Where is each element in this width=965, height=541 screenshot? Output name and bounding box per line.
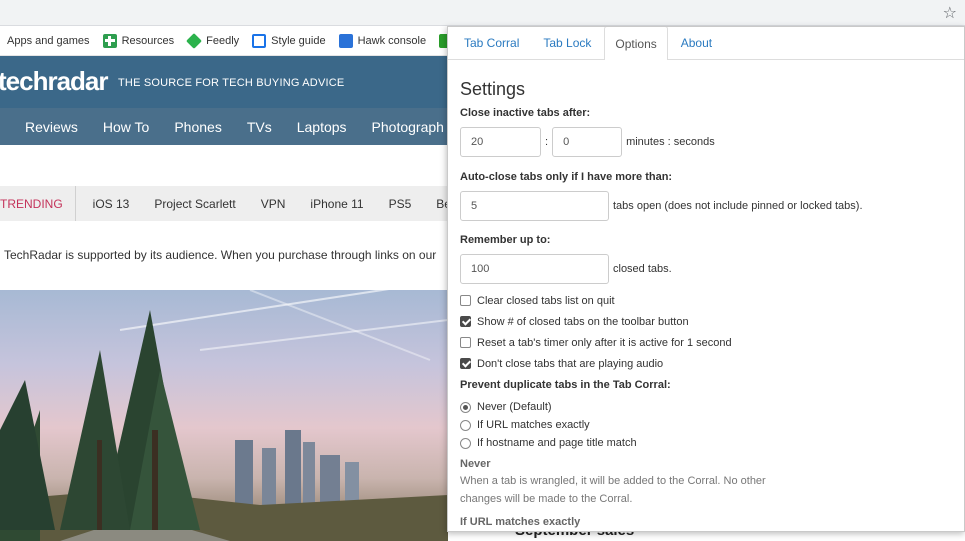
seconds-input[interactable]: 0 — [552, 127, 623, 157]
trending-item[interactable]: Project Scarlett — [154, 197, 235, 211]
affiliate-notice: TechRadar is supported by its audience. … — [4, 248, 437, 262]
checkbox-box[interactable] — [460, 337, 471, 348]
settings-title: Settings — [460, 79, 526, 99]
bookmark-apps-and-games[interactable]: Apps and games — [7, 35, 90, 47]
site-logo[interactable]: techradar — [0, 66, 108, 97]
close-inactive-label: Close inactive tabs after: — [460, 107, 591, 119]
hero-illustration — [0, 290, 448, 541]
checkbox-label: Don't close tabs that are playing audio — [477, 357, 664, 370]
bookmark-feedly[interactable]: Feedly — [186, 32, 240, 49]
audio-tabs-checkbox[interactable]: Don't close tabs that are playing audio — [460, 353, 952, 374]
tab-tab-lock[interactable]: Tab Lock — [532, 27, 602, 59]
nav-reviews[interactable]: Reviews — [25, 119, 78, 135]
checkbox-label: Clear closed tabs list on quit — [477, 294, 615, 307]
checkbox-box[interactable] — [460, 358, 471, 369]
bookmark-label: Apps and games — [7, 34, 90, 47]
browser-toolbar: ☆ — [0, 0, 965, 26]
autoclose-input[interactable]: 5 — [460, 191, 609, 221]
bookmark-resources[interactable]: Resources — [102, 33, 175, 48]
trending-bar: TRENDING iOS 13 Project Scarlett VPN iPh… — [0, 186, 448, 221]
radio-url-exact[interactable]: If URL matches exactly — [460, 416, 952, 434]
time-separator: : — [545, 136, 549, 148]
trending-item[interactable]: VPN — [261, 197, 286, 211]
minutes-seconds-suffix: minutes : seconds — [626, 136, 715, 148]
radio-never[interactable]: Never (Default) — [460, 398, 952, 416]
bookmarks-bar: Apps and games Resources Feedly Style gu… — [0, 26, 448, 56]
nav-photography[interactable]: Photograph — [372, 119, 444, 135]
radio-label: Never (Default) — [477, 401, 552, 413]
nav-how-to[interactable]: How To — [103, 119, 149, 135]
tab-about[interactable]: About — [670, 27, 723, 59]
reset-timer-checkbox[interactable]: Reset a tab's timer only after it is act… — [460, 332, 952, 353]
duplicate-label: Prevent duplicate tabs in the Tab Corral… — [460, 379, 671, 391]
close-inactive-row: 20 : 0 minutes : seconds — [460, 127, 952, 157]
bookmark-hawk-console[interactable]: Hawk console — [338, 33, 427, 48]
remember-input[interactable]: 100 — [460, 254, 609, 284]
bookmark-label: Style guide — [271, 34, 326, 47]
url-exact-heading: If URL matches exactly — [460, 516, 581, 528]
bookmark-label: Resources — [121, 34, 175, 47]
style-guide-icon — [252, 33, 267, 48]
never-description: When a tab is wrangled, it will be added… — [460, 475, 766, 505]
feedly-icon — [186, 32, 203, 49]
autoclose-label: Auto-close tabs only if I have more than… — [460, 171, 673, 183]
remember-label: Remember up to: — [460, 234, 551, 246]
bookmark-star-icon[interactable]: ☆ — [943, 3, 957, 23]
tab-options[interactable]: Options — [604, 27, 668, 60]
radio-label: If URL matches exactly — [477, 419, 590, 431]
remember-suffix: closed tabs. — [613, 263, 672, 275]
show-closed-count-checkbox[interactable]: Show # of closed tabs on the toolbar but… — [460, 311, 952, 332]
checkbox-box[interactable] — [460, 316, 471, 327]
autoclose-suffix: tabs open (does not include pinned or lo… — [613, 200, 863, 212]
nav-laptops[interactable]: Laptops — [297, 119, 347, 135]
nav-tvs[interactable]: TVs — [247, 119, 272, 135]
checkbox-label: Reset a tab's timer only after it is act… — [477, 336, 732, 349]
bookmark-label: Feedly — [206, 34, 240, 47]
options-panel: Settings Close inactive tabs after: 20 :… — [448, 79, 964, 528]
radio-button[interactable] — [460, 401, 471, 413]
radio-button[interactable] — [460, 419, 471, 431]
remember-row: 100 closed tabs. — [460, 254, 952, 284]
site-header: techradar THE SOURCE FOR TECH BUYING ADV… — [0, 56, 448, 108]
site-nav: Reviews How To Phones TVs Laptops Photog… — [0, 108, 448, 145]
trending-item[interactable]: iOS 13 — [93, 197, 130, 211]
radio-hostname-title[interactable]: If hostname and page title match — [460, 434, 952, 452]
radio-label: If hostname and page title match — [477, 437, 637, 449]
never-heading: Never — [460, 458, 491, 470]
autoclose-row: 5 tabs open (does not include pinned or … — [460, 191, 952, 221]
checkbox-box[interactable] — [460, 295, 471, 306]
clear-closed-tabs-checkbox[interactable]: Clear closed tabs list on quit — [460, 290, 952, 311]
trending-item[interactable]: iPhone 11 — [310, 197, 363, 211]
checkbox-label: Show # of closed tabs on the toolbar but… — [477, 315, 689, 328]
bookmark-style-guide[interactable]: Style guide — [252, 33, 326, 48]
minutes-input[interactable]: 20 — [460, 127, 541, 157]
popup-tabs: Tab Corral Tab Lock Options About — [448, 27, 964, 60]
site-tagline: THE SOURCE FOR TECH BUYING ADVICE — [118, 77, 345, 89]
trending-item[interactable]: PS5 — [389, 197, 412, 211]
radio-button[interactable] — [460, 437, 471, 449]
hero-image[interactable] — [0, 290, 448, 541]
bookmark-label: Hawk console — [357, 34, 427, 47]
hawk-console-icon — [338, 33, 353, 48]
extension-popup: Tab Corral Tab Lock Options About Settin… — [447, 26, 965, 532]
tab-tab-corral[interactable]: Tab Corral — [453, 27, 530, 59]
resources-icon — [102, 33, 117, 48]
trending-label: TRENDING — [0, 186, 76, 221]
nav-phones[interactable]: Phones — [174, 119, 221, 135]
